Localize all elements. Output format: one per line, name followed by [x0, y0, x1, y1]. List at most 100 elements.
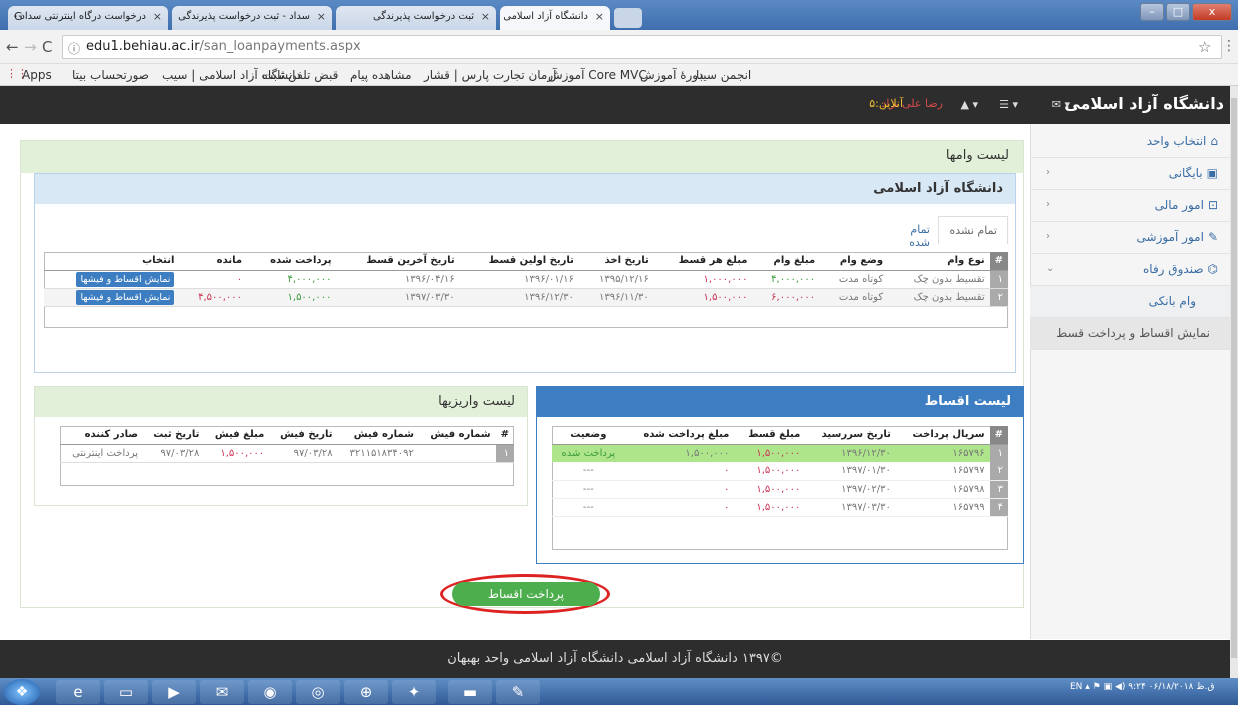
column-header: #	[500, 429, 509, 441]
installment-amount: ۱,۵۰۰,۰۰۰	[756, 465, 801, 477]
sidebar-item-finance[interactable]: ⊡امور مالی ‹	[1030, 190, 1230, 222]
installment-amount: ۱,۵۰۰,۰۰۰	[703, 291, 748, 303]
back-arrow-icon[interactable]: ←	[6, 38, 19, 56]
show-installments-button[interactable]: نمایش اقساط و فیشها	[76, 289, 175, 305]
column-header: سریال پرداخت	[912, 429, 985, 441]
online-count: آنلاین:۵	[869, 97, 903, 110]
page-footer: ©۱۳۹۷ دانشگاه آزاد اسلامی دانشگاه آزاد ا…	[0, 640, 1230, 678]
minimize-button[interactable]: –	[1140, 3, 1164, 21]
issue-date: ۱۳۹۵/۱۲/۱۶	[599, 273, 649, 285]
browser-tab[interactable]: سداد - ثبت درخواست پذیرندگی ×	[172, 6, 332, 30]
sidebar-item-welfare-fund[interactable]: ⌬صندوق رفاه ⌄	[1030, 254, 1230, 286]
browser-tab[interactable]: ثبت درخواست پذیرندگی ×	[336, 6, 496, 30]
list-icon[interactable]: ☰ ▾	[999, 98, 1018, 111]
scrollbar-thumb[interactable]	[1231, 98, 1237, 658]
issue-date: ۱۳۹۶/۱۱/۳۰	[599, 291, 649, 303]
column-header: مبلغ قسط	[748, 429, 801, 441]
column-header: تاریخ اخذ	[604, 255, 649, 267]
payment-serial: ۱۶۵۷۹۹	[952, 501, 985, 513]
sidebar-item-archive[interactable]: ▣بایگانی ‹	[1030, 158, 1230, 190]
pay-installments-button[interactable]: پرداخت اقساط	[452, 582, 600, 606]
loans-table: # نوع وام وضع وام مبلغ وام مبلغ هر قسط ت…	[44, 252, 1008, 307]
app-icon[interactable]: ✦	[392, 680, 436, 704]
table-row[interactable]: ۴ ۱۶۵۷۹۹ ۱۳۹۷/۰۳/۳۰ ۱,۵۰۰,۰۰۰ ۰ ---	[552, 498, 1008, 516]
table-row[interactable]: ۲ تقسیط بدون چک کوتاه مدت ۶,۰۰۰,۰۰۰ ۱,۵۰…	[44, 288, 1008, 306]
close-icon[interactable]: ×	[317, 10, 326, 23]
menu-icon[interactable]: ⋮	[1222, 38, 1236, 54]
table-row[interactable]: ۲ ۱۶۵۷۹۷ ۱۳۹۷/۰۱/۳۰ ۱,۵۰۰,۰۰۰ ۰ ---	[552, 462, 1008, 480]
new-tab-button[interactable]	[614, 8, 642, 28]
chevron-down-icon: ⌄	[1046, 263, 1055, 274]
bookmark-item[interactable]: قبض تلفن ثابت	[262, 68, 338, 82]
column-header: وضعیت	[570, 429, 607, 441]
loan-amount: ۴,۰۰۰,۰۰۰	[771, 273, 816, 285]
forward-arrow-icon[interactable]: →	[24, 38, 37, 56]
info-icon[interactable]: ⓘ	[68, 40, 80, 57]
table-row[interactable]: ۱ تقسیط بدون چک کوتاه مدت ۴,۰۰۰,۰۰۰ ۱,۰۰…	[44, 270, 1008, 288]
table-row[interactable]: ۱ ۱۶۵۷۹۶ ۱۳۹۶/۱۲/۳۰ ۱,۵۰۰,۰۰۰ ۱,۵۰۰,۰۰۰ …	[552, 444, 1008, 462]
close-icon[interactable]: ×	[153, 10, 162, 23]
url-text[interactable]: edu1.behiau.ac.ir/san_loanpayments.aspx	[86, 39, 361, 54]
installment-amount: ۱,۵۰۰,۰۰۰	[756, 483, 801, 495]
reload-icon[interactable]: C	[42, 38, 52, 56]
close-icon[interactable]: ×	[595, 10, 604, 23]
row-index: ۱	[989, 270, 1008, 288]
bookmark-item[interactable]: صورتحساب بیتا	[72, 68, 149, 82]
bookmark-item[interactable]: انجمن سیبا	[696, 68, 751, 82]
sidebar-item-installments[interactable]: نمایش اقساط و پرداخت قسط	[1030, 318, 1230, 350]
ie-icon[interactable]: e	[56, 680, 100, 704]
tab-finished[interactable]: تمام شده	[892, 216, 940, 249]
clock-date[interactable]: ۰۶/۱۸/۲۰۱۸	[1149, 682, 1194, 692]
show-installments-button[interactable]: نمایش اقساط و فیشها	[76, 271, 175, 287]
column-header: شماره فیش	[430, 429, 491, 441]
issuer: پرداخت اینترنتی	[72, 447, 139, 459]
folder-icon[interactable]: ▭	[104, 680, 148, 704]
loan-status: کوتاه مدت	[838, 273, 884, 285]
network-app-icon[interactable]: ⊕	[344, 680, 388, 704]
installment-amount: ۱,۵۰۰,۰۰۰	[756, 501, 801, 513]
column-header: انتخاب	[142, 255, 175, 267]
sidebar-item-label: امور آموزشی	[1136, 230, 1204, 244]
table-row[interactable]: ۱ ۳۲۱۱۵۱۸۳۴۰۹۲ ۹۷/۰۳/۲۸ ۱,۵۰۰,۰۰۰ ۹۷/۰۳/…	[60, 444, 514, 462]
sidebar-item-unit-selection[interactable]: ⌂انتخاب واحد	[1030, 126, 1230, 158]
sidebar-item-bank-loan[interactable]: وام بانکی	[1030, 286, 1230, 318]
row-index: ۱	[989, 444, 1008, 462]
tab-title: ثبت درخواست پذیرندگی	[372, 11, 474, 22]
chrome-icon[interactable]: ◉	[248, 680, 292, 704]
tab-unfinished[interactable]: تمام نشده	[938, 216, 1008, 244]
column-header: شماره فیش	[353, 429, 414, 441]
status: ---	[582, 501, 594, 513]
row-index: ۳	[989, 480, 1008, 498]
table-row[interactable]: ۳ ۱۶۵۷۹۸ ۱۳۹۷/۰۲/۳۰ ۱,۵۰۰,۰۰۰ ۰ ---	[552, 480, 1008, 498]
maximize-button[interactable]: □	[1166, 3, 1190, 21]
column-header: #	[989, 426, 1008, 444]
mail-app-icon[interactable]: ✉	[200, 680, 244, 704]
bookmark-item[interactable]: Core MVC آموزش	[548, 68, 647, 82]
system-tray: EN ▴ ⚑ ▣ ◀) ۹:۲۴ ق.ظ ۰۶/۱۸/۲۰۱۸	[1070, 682, 1215, 692]
bookmark-item[interactable]: Apps	[22, 68, 52, 82]
terminal-icon[interactable]: ▬	[448, 680, 492, 704]
payment-serial: ۱۶۵۷۹۶	[952, 447, 985, 459]
close-icon[interactable]: ×	[481, 10, 490, 23]
browser-tab-active[interactable]: دانشگاه آزاد اسلامی ×	[500, 6, 610, 30]
brand-title[interactable]: دانشگاه آزاد اسلامی	[1064, 94, 1224, 113]
user-icon[interactable]: ▲ ▾	[961, 98, 978, 111]
window-close-button[interactable]: x	[1192, 3, 1232, 21]
url-host: edu1.behiau.ac.ir	[86, 39, 200, 54]
media-player-icon[interactable]: ▶	[152, 680, 196, 704]
language-indicator[interactable]: EN	[1070, 682, 1082, 692]
sidebar-item-education[interactable]: ✎امور آموزشی ‹	[1030, 222, 1230, 254]
bookmark-star-icon[interactable]: ☆	[1198, 38, 1211, 56]
paint-icon[interactable]: ✎	[496, 680, 540, 704]
start-button[interactable]: ❖	[4, 679, 40, 705]
bookmark-item[interactable]: دورهٔ آموزش	[640, 68, 703, 82]
paid-amount: ۰	[724, 465, 730, 477]
bookmark-item[interactable]: مشاهده پیام	[350, 68, 412, 82]
tab-title: دانشگاه آزاد اسلامی	[503, 11, 588, 22]
browser-tab[interactable]: G درخواست درگاه اینترنتی سداد - ×	[8, 6, 168, 30]
bookmark-item[interactable]: آرمان تجارت پارس | قشار	[424, 68, 557, 82]
column-header: تاریخ ثبت	[153, 429, 200, 441]
page-title: لیست وامها	[21, 141, 1023, 173]
mail-icon[interactable]: ✉ ▾	[1052, 98, 1070, 111]
browser-app-icon[interactable]: ◎	[296, 680, 340, 704]
